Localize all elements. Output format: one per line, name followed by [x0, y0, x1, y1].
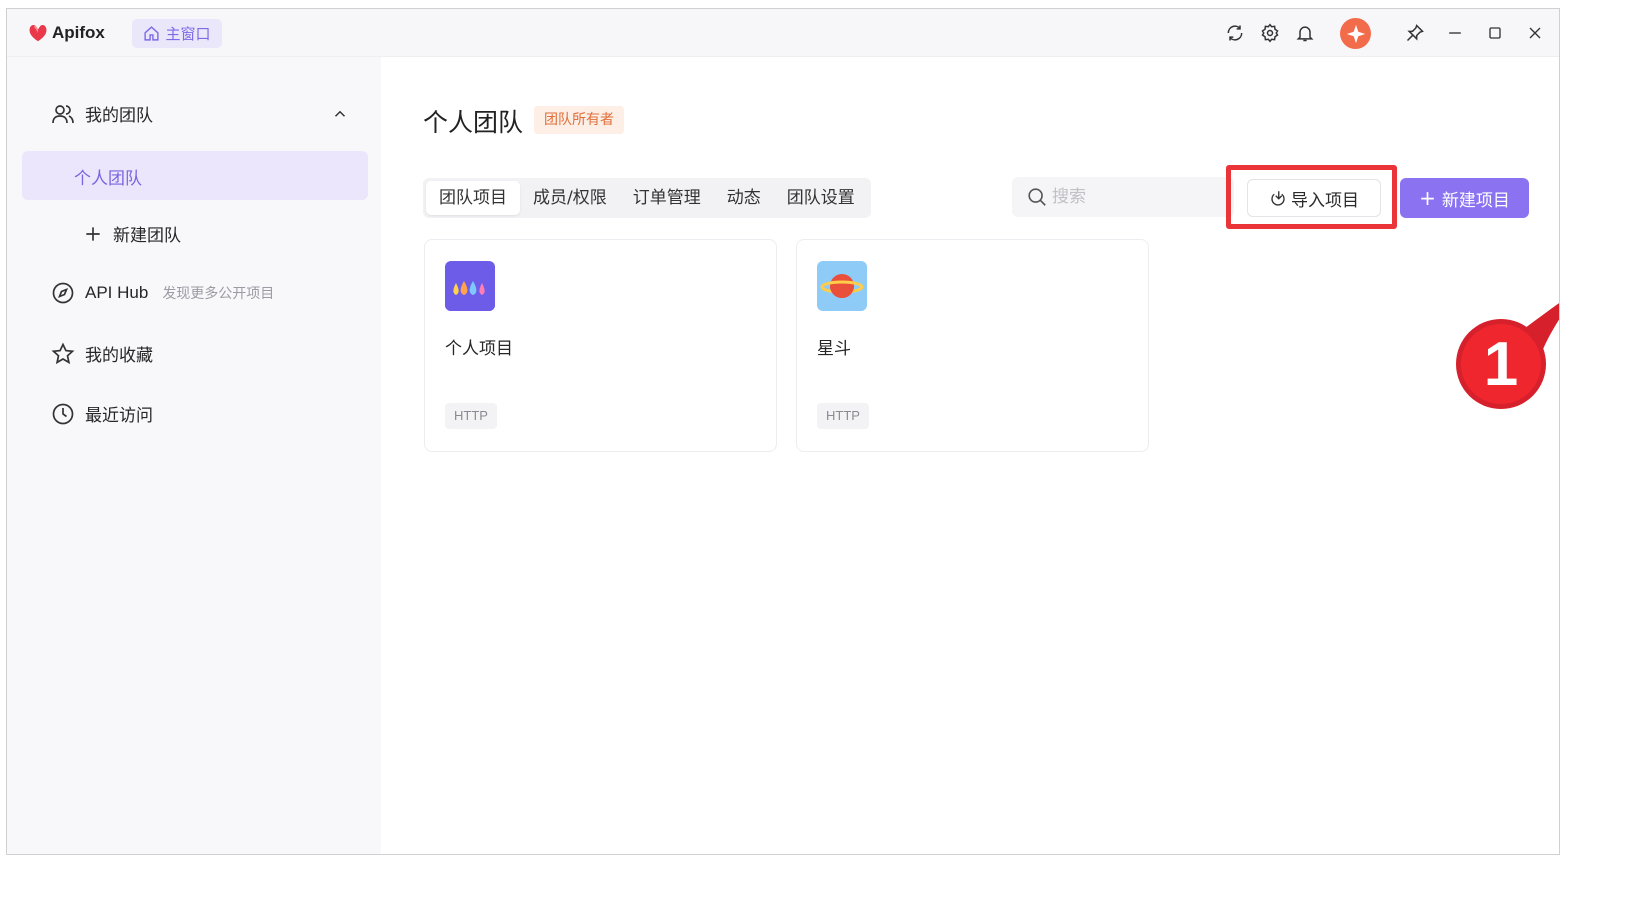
sidebar-item-new-team[interactable]: 新建团队: [83, 221, 181, 246]
app-name: Apifox: [52, 23, 105, 42]
search-box: [1012, 177, 1234, 217]
plus-icon: +: [1419, 186, 1436, 210]
notifications-button[interactable]: [1294, 22, 1316, 44]
sidebar-item-label: 个人团队: [74, 169, 142, 189]
api-hub-subtitle: 发现更多公开项目: [162, 286, 275, 302]
title-bar: Apifox 主窗口: [7, 9, 1559, 57]
project-card[interactable]: 星斗 HTTP: [796, 239, 1149, 452]
team-tabs: 团队项目 成员/权限 订单管理 动态 团队设置: [423, 178, 871, 218]
maximize-button[interactable]: [1484, 22, 1506, 44]
tab-main-window[interactable]: 主窗口: [132, 19, 222, 48]
import-icon: [1271, 191, 1285, 206]
main-panel: 个人团队 团队所有者 团队项目 成员/权限 订单管理 动态 团队设置 导入项目 …: [381, 57, 1559, 854]
app-logo: Apifox: [27, 21, 105, 45]
project-name: 个人项目: [445, 339, 513, 359]
avatar-star-icon: [1346, 24, 1365, 43]
sidebar-item-label: 最近访问: [85, 406, 153, 426]
compass-icon: [52, 282, 74, 304]
tab-members[interactable]: 成员/权限: [520, 181, 620, 215]
sidebar-item-label: 我的团队: [85, 106, 153, 126]
project-card[interactable]: 个人项目 HTTP: [424, 239, 777, 452]
users-icon: [52, 104, 74, 123]
sidebar-item-favorites[interactable]: 我的收藏: [51, 341, 153, 366]
tab-team-settings[interactable]: 团队设置: [774, 181, 868, 215]
project-name: 星斗: [817, 339, 851, 359]
maximize-icon: [1489, 27, 1501, 39]
settings-button[interactable]: [1259, 22, 1281, 44]
import-project-label: 导入项目: [1291, 190, 1359, 211]
home-icon: [144, 26, 160, 41]
sidebar-item-label: 新建团队: [113, 226, 181, 246]
plus-icon: [86, 226, 100, 241]
star-icon: [51, 342, 75, 364]
step-callout: 1: [1451, 279, 1559, 414]
new-project-label: 新建项目: [1441, 190, 1510, 211]
sidebar-item-label: 我的收藏: [85, 346, 153, 366]
tab-activity[interactable]: 动态: [714, 181, 774, 215]
close-icon: [1529, 27, 1541, 39]
settings-icon: [1261, 23, 1279, 43]
sidebar-item-api-hub[interactable]: API Hub 发现更多公开项目: [51, 281, 274, 305]
sidebar-item-recent[interactable]: 最近访问: [51, 401, 153, 426]
page-title: 个人团队: [423, 108, 524, 137]
sidebar-item-personal-team[interactable]: 个人团队: [22, 151, 368, 200]
home-tab-label: 主窗口: [165, 25, 211, 43]
close-button[interactable]: [1524, 22, 1546, 44]
drops-icon: [445, 261, 495, 311]
sidebar: 我的团队 个人团队 新建团队 API Hub 发现更多公开项目 我的收藏 最近访…: [7, 57, 381, 854]
chevron-up-icon[interactable]: [331, 105, 349, 123]
bell-icon: [1296, 26, 1314, 42]
avatar[interactable]: [1340, 18, 1371, 49]
apifox-logo-icon: [29, 24, 47, 42]
import-project-button[interactable]: 导入项目: [1247, 179, 1381, 217]
minimize-icon: [1449, 32, 1461, 34]
refresh-button[interactable]: [1224, 22, 1246, 44]
clock-icon: [52, 403, 74, 424]
project-type-tag: HTTP: [817, 403, 869, 429]
search-icon: [1028, 188, 1046, 206]
owner-badge: 团队所有者: [534, 106, 624, 134]
pin-icon: [1406, 24, 1424, 42]
sidebar-item-my-teams[interactable]: 我的团队: [51, 101, 351, 126]
tab-orders[interactable]: 订单管理: [620, 181, 714, 215]
tab-team-projects[interactable]: 团队项目: [426, 181, 520, 215]
minimize-button[interactable]: [1444, 22, 1466, 44]
project-type-tag: HTTP: [445, 403, 497, 429]
planet-icon: [817, 261, 867, 311]
step-number: 1: [1484, 330, 1518, 399]
new-project-button[interactable]: + 新建项目: [1400, 178, 1529, 218]
pin-button[interactable]: [1404, 22, 1426, 44]
app-window: Apifox 主窗口 我的团队 个人团队 新建团队 API Hub 发现更多公开…: [6, 8, 1560, 855]
search-input[interactable]: [1052, 187, 1212, 207]
refresh-icon: [1227, 25, 1243, 41]
sidebar-item-label: API Hub: [85, 283, 149, 302]
